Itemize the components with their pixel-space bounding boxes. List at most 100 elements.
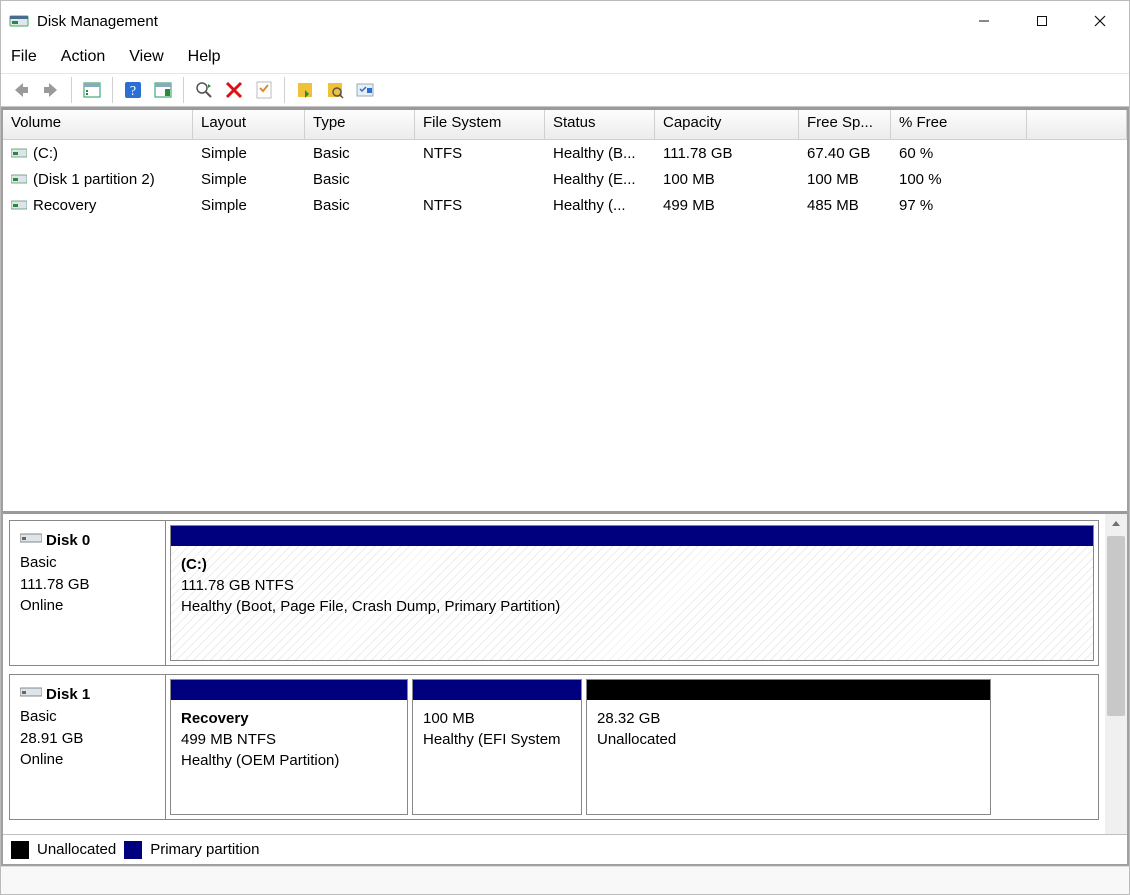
menu-help[interactable]: Help: [188, 48, 221, 66]
disk-title: Disk 1: [46, 686, 90, 703]
partition[interactable]: (C:)111.78 GB NTFSHealthy (Boot, Page Fi…: [170, 525, 1094, 661]
col-padding: [1027, 110, 1127, 139]
scroll-up-icon[interactable]: [1105, 514, 1127, 534]
col-freespace[interactable]: Free Sp...: [799, 110, 891, 139]
scrollbar-vertical[interactable]: [1105, 514, 1127, 834]
volume-row[interactable]: (C:) SimpleBasicNTFSHealthy (B...111.78 G…: [3, 140, 1127, 166]
disk-partitions: Recovery499 MB NTFSHealthy (OEM Partitio…: [166, 675, 1098, 819]
volume-type: Basic: [305, 195, 415, 216]
menu-file[interactable]: File: [11, 48, 37, 66]
title-bar: Disk Management: [1, 1, 1129, 41]
scrollbar-thumb[interactable]: [1107, 536, 1125, 716]
volume-type: Basic: [305, 143, 415, 164]
volume-free: 100 MB: [799, 169, 891, 190]
legend: Unallocated Primary partition: [3, 834, 1127, 864]
swatch-unallocated: [11, 841, 29, 859]
col-filesystem[interactable]: File System: [415, 110, 545, 139]
app-icon: [9, 12, 29, 30]
properties-icon[interactable]: [250, 76, 278, 104]
partition[interactable]: 28.32 GBUnallocated: [586, 679, 991, 815]
volume-list-header: Volume Layout Type File System Status Ca…: [3, 110, 1127, 140]
partition[interactable]: 100 MBHealthy (EFI System: [412, 679, 582, 815]
new-simple-volume-icon[interactable]: [291, 76, 319, 104]
disk-size: 111.78 GB: [20, 574, 155, 596]
svg-text:?: ?: [130, 84, 136, 99]
toolbar-separator: [112, 77, 113, 103]
explore-icon[interactable]: [321, 76, 349, 104]
disk-rows: Disk 0Basic111.78 GBOnline(C:)111.78 GB …: [3, 514, 1105, 834]
partition-status: Healthy (EFI System: [423, 729, 571, 750]
volume-type: Basic: [305, 169, 415, 190]
toolbar: ?: [1, 73, 1129, 107]
col-layout[interactable]: Layout: [193, 110, 305, 139]
disk-row: Disk 1Basic28.91 GBOnlineRecovery499 MB …: [9, 674, 1099, 820]
partition-status: Healthy (Boot, Page File, Crash Dump, Pr…: [181, 596, 1083, 617]
legend-primary: Primary partition: [150, 841, 259, 858]
volume-status: Healthy (E...: [545, 169, 655, 190]
partition-size: 499 MB NTFS: [181, 729, 397, 750]
menu-view[interactable]: View: [129, 48, 163, 66]
volume-row[interactable]: Recovery SimpleBasicNTFSHealthy (...499 M…: [3, 192, 1127, 218]
disk-graphical-view: Disk 0Basic111.78 GBOnline(C:)111.78 GB …: [3, 514, 1127, 834]
show-hide-action-pane-icon[interactable]: [149, 76, 177, 104]
toolbar-separator: [71, 77, 72, 103]
volume-row[interactable]: (Disk 1 partition 2)SimpleBasicHealthy (…: [3, 166, 1127, 192]
volume-capacity: 100 MB: [655, 169, 799, 190]
disk-type: Basic: [20, 706, 155, 728]
volume-layout: Simple: [193, 195, 305, 216]
col-capacity[interactable]: Capacity: [655, 110, 799, 139]
more-actions-icon[interactable]: [351, 76, 379, 104]
toolbar-separator: [183, 77, 184, 103]
volume-fs: [415, 177, 545, 181]
disk-icon: [20, 683, 42, 695]
menu-action[interactable]: Action: [61, 48, 105, 66]
caption-buttons: [955, 1, 1129, 41]
volume-fs: NTFS: [415, 143, 545, 164]
volume-free: 67.40 GB: [799, 143, 891, 164]
partition[interactable]: Recovery499 MB NTFSHealthy (OEM Partitio…: [170, 679, 408, 815]
volume-name: (Disk 1 partition 2): [33, 171, 155, 188]
toolbar-separator: [284, 77, 285, 103]
forward-icon[interactable]: [37, 76, 65, 104]
disk-size: 28.91 GB: [20, 728, 155, 750]
partition-color-bar: [171, 680, 407, 700]
volume-layout: Simple: [193, 143, 305, 164]
swatch-primary: [124, 841, 142, 859]
show-hide-console-tree-icon[interactable]: [78, 76, 106, 104]
partition-status: Unallocated: [597, 729, 980, 750]
partition-color-bar: [587, 680, 990, 700]
close-button[interactable]: [1071, 1, 1129, 41]
volume-list-body: (C:)SimpleBasicNTFSHealthy (B...111.78 G…: [3, 140, 1127, 218]
col-type[interactable]: Type: [305, 110, 415, 139]
maximize-button[interactable]: [1013, 1, 1071, 41]
volume-pct: 60 %: [891, 143, 1027, 164]
col-volume[interactable]: Volume: [3, 110, 193, 139]
col-pctfree[interactable]: % Free: [891, 110, 1027, 139]
volume-name: (C:): [33, 145, 58, 162]
volume-status: Healthy (...: [545, 195, 655, 216]
partition-color-bar: [171, 526, 1093, 546]
legend-unallocated: Unallocated: [37, 841, 116, 858]
partition-name: (C:): [181, 554, 1083, 575]
disk-info[interactable]: Disk 1Basic28.91 GBOnline: [10, 675, 166, 819]
volume-capacity: 111.78 GB: [655, 143, 799, 164]
back-icon[interactable]: [7, 76, 35, 104]
disk-info[interactable]: Disk 0Basic111.78 GBOnline: [10, 521, 166, 665]
menu-bar: File Action View Help: [1, 41, 1129, 73]
window-title: Disk Management: [37, 13, 955, 30]
volume-fs: NTFS: [415, 195, 545, 216]
volume-capacity: 499 MB: [655, 195, 799, 216]
volume-free: 485 MB: [799, 195, 891, 216]
minimize-button[interactable]: [955, 1, 1013, 41]
help-icon[interactable]: ?: [119, 76, 147, 104]
volume-pct: 97 %: [891, 195, 1027, 216]
refresh-icon[interactable]: [190, 76, 218, 104]
col-status[interactable]: Status: [545, 110, 655, 139]
delete-icon[interactable]: [220, 76, 248, 104]
partition-name: Recovery: [181, 708, 397, 729]
app-window: Disk Management File Action View Help ?: [0, 0, 1130, 895]
status-bar: [1, 866, 1129, 894]
volume-name: Recovery: [33, 197, 96, 214]
volume-pct: 100 %: [891, 169, 1027, 190]
volume-status: Healthy (B...: [545, 143, 655, 164]
